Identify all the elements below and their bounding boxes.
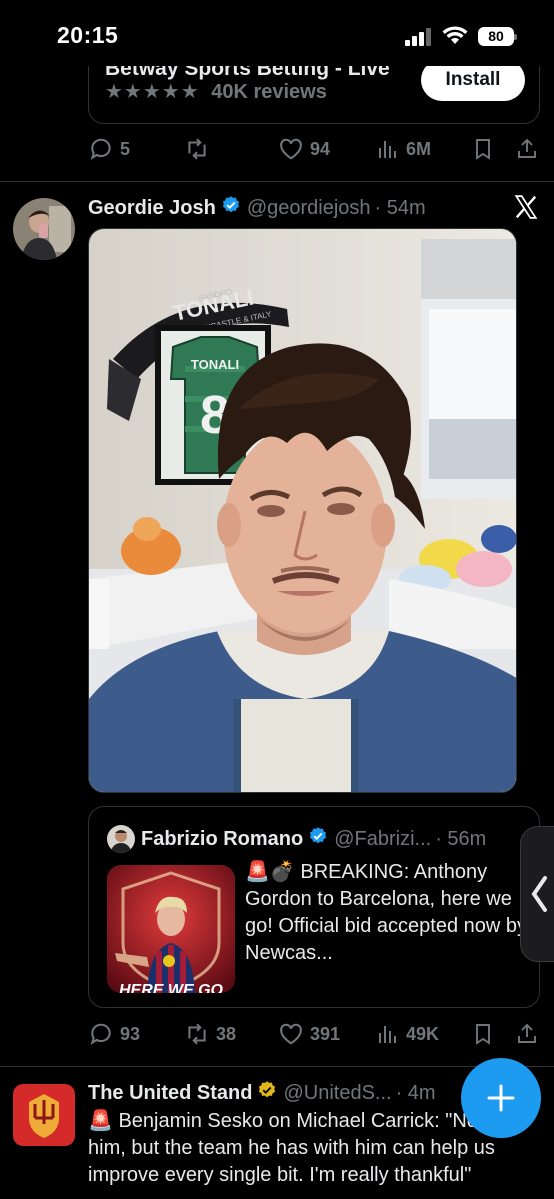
views-count: 6M — [406, 138, 432, 159]
share-button[interactable] — [515, 131, 539, 167]
bookmark-button[interactable] — [471, 1016, 495, 1052]
status-bar: 20:15 80 — [0, 0, 554, 66]
views-count: 49K — [406, 1023, 440, 1044]
divider — [0, 1066, 554, 1067]
reply-button[interactable]: 5 — [88, 131, 130, 167]
views-icon — [379, 1026, 396, 1043]
compose-icon — [487, 1084, 515, 1112]
tweet-time: · 54m — [374, 196, 426, 219]
tweet-media-photo[interactable]: TONALI SANDRO NEWCASTLE & ITALY TONALI 8 — [88, 228, 517, 793]
tweet-time: · 4m — [395, 1081, 436, 1104]
bookmark-icon — [476, 1024, 490, 1045]
like-count: 94 — [310, 138, 331, 159]
bookmark-button[interactable] — [471, 131, 495, 167]
tweet-action-bar: 93 38 391 49K — [88, 1016, 540, 1052]
reply-icon — [90, 1023, 111, 1045]
views-button[interactable]: 49K — [376, 1016, 439, 1052]
quote-author-name: Fabrizio Romano — [141, 827, 304, 850]
compose-button[interactable] — [461, 1058, 541, 1138]
repost-button[interactable]: 38 — [184, 1016, 236, 1052]
battery-level: 80 — [488, 28, 504, 44]
photo-content: TONALI SANDRO NEWCASTLE & ITALY TONALI 8 — [89, 229, 516, 792]
quote-time: · 56m — [435, 827, 487, 850]
wifi-icon — [442, 26, 468, 44]
quote-tweet-card[interactable]: Fabrizio Romano @Fabrizi... · 56m HERE W… — [88, 806, 540, 1008]
views-icon — [379, 141, 396, 158]
like-icon — [280, 138, 302, 160]
avatar-image — [13, 198, 75, 260]
share-button[interactable] — [515, 1016, 539, 1052]
quote-avatar — [107, 825, 135, 853]
united-stand-logo — [13, 1084, 75, 1146]
next-tweet-header: The United Stand @UnitedS... · 4m — [88, 1079, 436, 1107]
status-time: 20:15 — [57, 22, 119, 48]
chevron-left-icon — [531, 876, 547, 912]
side-edge-tab[interactable] — [520, 826, 554, 962]
like-count: 391 — [310, 1023, 341, 1044]
like-button[interactable]: 391 — [278, 1016, 340, 1052]
author-handle[interactable]: @geordiejosh — [247, 197, 371, 220]
battery-icon: 80 — [478, 27, 517, 46]
thumb-caption: HERE WE GO — [119, 982, 224, 993]
quote-author-handle: @Fabrizi... — [334, 827, 432, 850]
repost-count: 38 — [216, 1023, 237, 1044]
ad-action-bar: 5 94 6M — [88, 131, 540, 167]
x-logo-icon — [514, 195, 538, 219]
author-name[interactable]: Geordie Josh — [88, 197, 216, 220]
share-icon — [518, 138, 536, 158]
author-handle[interactable]: @UnitedS... — [283, 1082, 391, 1105]
verified-badge-icon — [308, 826, 328, 852]
share-icon — [518, 1023, 536, 1043]
avatar[interactable] — [13, 198, 75, 260]
quote-text: 🚨💣 BREAKING: Anthony Gordon to Barcelona… — [245, 861, 528, 964]
like-button[interactable]: 94 — [278, 131, 330, 167]
like-icon — [280, 1023, 302, 1045]
reply-icon — [90, 138, 111, 160]
ad-reviews: 40K reviews — [211, 81, 327, 103]
reply-count: 93 — [120, 1023, 141, 1044]
reply-count: 5 — [120, 138, 131, 159]
repost-icon — [188, 138, 206, 160]
tweet-header: Geordie Josh @geordiejosh · 54m — [88, 194, 426, 222]
star-rating-icon: ★★★★★ — [105, 81, 200, 103]
views-button[interactable]: 6M — [376, 131, 431, 167]
quote-thumbnail: HERE WE GO — [107, 865, 235, 993]
author-name[interactable]: The United Stand — [88, 1082, 252, 1105]
reply-button[interactable]: 93 — [88, 1016, 140, 1052]
verified-badge-icon — [221, 195, 241, 221]
avatar[interactable] — [13, 1084, 75, 1146]
repost-button[interactable] — [184, 131, 210, 167]
quote-header: Fabrizio Romano @Fabrizi... · 56m — [107, 825, 486, 853]
repost-icon — [188, 1023, 206, 1045]
shirt-name-text: TONALI — [191, 357, 239, 372]
signal-icon — [405, 28, 433, 46]
bookmark-icon — [476, 139, 490, 160]
divider — [0, 181, 554, 182]
verified-badge-icon — [257, 1080, 277, 1106]
ad-rating: ★★★★★ 40K reviews — [105, 79, 327, 104]
